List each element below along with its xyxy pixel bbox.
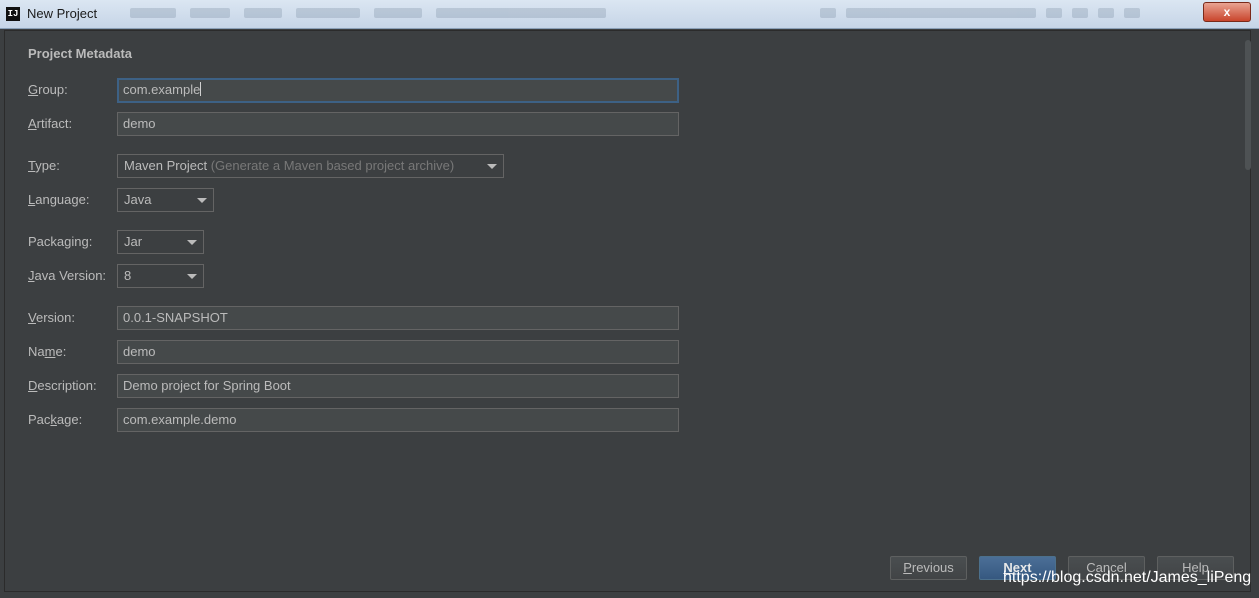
name-input[interactable]: demo	[117, 340, 679, 364]
text-caret	[200, 82, 202, 96]
chevron-down-icon	[487, 164, 497, 169]
close-button[interactable]: x	[1203, 2, 1251, 22]
background-toolbar-ghost-right	[820, 8, 1160, 20]
packaging-label: Packaging:	[28, 234, 93, 249]
group-input[interactable]: com.example	[117, 78, 679, 103]
version-input[interactable]: 0.0.1-SNAPSHOT	[117, 306, 679, 330]
java-version-label: Java Version:	[28, 268, 107, 283]
intellij-icon: IJ	[6, 7, 20, 21]
scrollbar[interactable]	[1245, 40, 1251, 170]
section-title: Project Metadata	[28, 46, 133, 61]
window-titlebar: IJ New Project x	[0, 0, 1259, 29]
type-select[interactable]: Maven Project (Generate a Maven based pr…	[117, 154, 504, 178]
java-version-select[interactable]: 8	[117, 264, 204, 288]
description-label: Description:	[28, 378, 97, 393]
artifact-label: Artifact:	[28, 116, 73, 131]
background-toolbar-ghost	[130, 8, 650, 20]
window-title: New Project	[27, 6, 98, 21]
group-label: Group:	[28, 82, 68, 97]
package-label: Package:	[28, 412, 83, 427]
name-label: Name:	[28, 344, 67, 359]
type-label: Type:	[28, 158, 60, 173]
language-select[interactable]: Java	[117, 188, 214, 212]
chevron-down-icon	[197, 198, 207, 203]
watermark-text: https://blog.csdn.net/James_liPeng	[1003, 569, 1252, 586]
language-label: Language:	[28, 192, 90, 207]
description-input[interactable]: Demo project for Spring Boot	[117, 374, 679, 398]
artifact-input[interactable]: demo	[117, 112, 679, 136]
packaging-select[interactable]: Jar	[117, 230, 204, 254]
chevron-down-icon	[187, 274, 197, 279]
previous-button[interactable]: Previous	[890, 556, 967, 580]
package-input[interactable]: com.example.demo	[117, 408, 679, 432]
version-label: Version:	[28, 310, 75, 325]
close-icon: x	[1223, 5, 1231, 19]
chevron-down-icon	[187, 240, 197, 245]
